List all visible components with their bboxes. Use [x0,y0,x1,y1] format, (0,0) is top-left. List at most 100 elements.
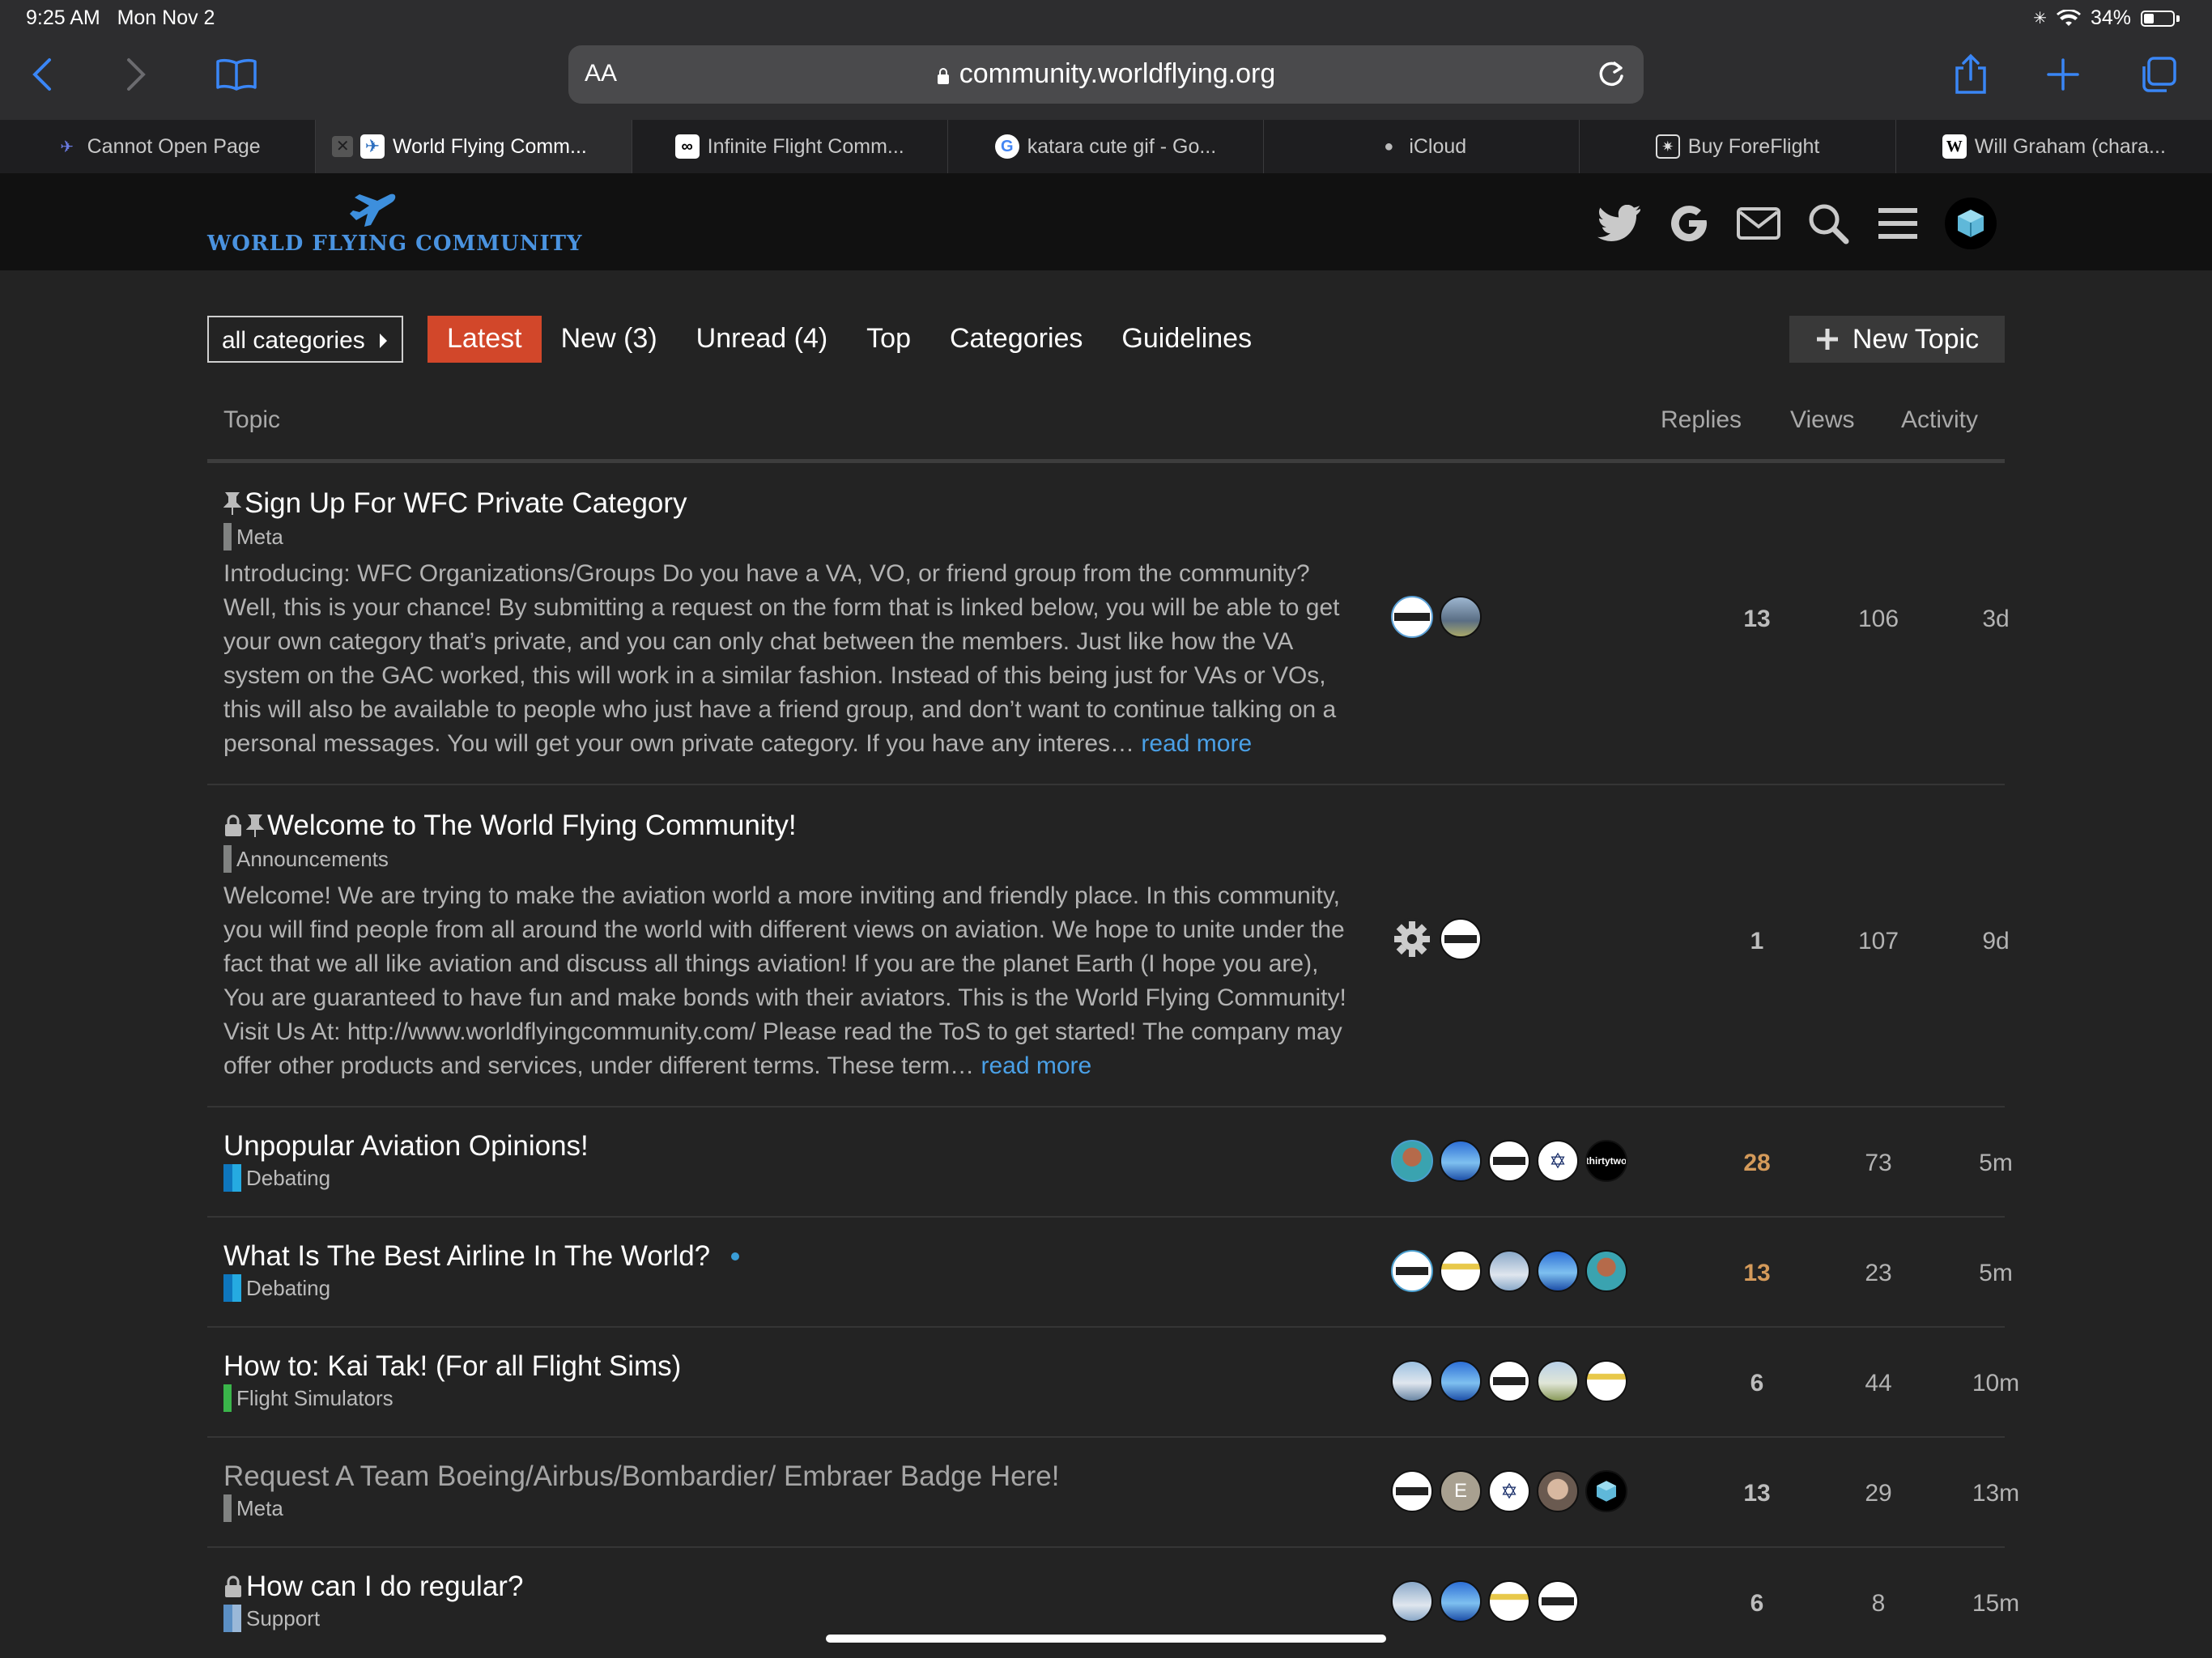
replies-count[interactable]: 6 [1700,1370,1814,1397]
header-replies[interactable]: Replies [1661,406,1742,434]
category-color-bar [223,523,232,551]
read-more-link[interactable]: read more [1141,730,1252,757]
tab-label: Infinite Flight Comm... [707,134,904,158]
activity-time[interactable]: 5m [1939,1260,2052,1287]
back-button[interactable] [18,50,66,99]
avatar[interactable] [1440,1140,1482,1182]
category-dropdown[interactable]: all categories [207,316,403,363]
activity-time[interactable]: 5m [1939,1150,2052,1177]
logo-plane-icon[interactable] [350,185,398,230]
activity-time[interactable]: 9d [1939,928,2052,955]
search-button[interactable] [1806,201,1851,246]
avatar[interactable] [1585,1250,1627,1292]
avatar[interactable]: thirtytwo [1585,1140,1627,1182]
category-badge-announcements[interactable]: Announcements [223,845,389,873]
avatar[interactable]: E [1440,1470,1482,1512]
avatar[interactable] [1585,1470,1627,1512]
url-display[interactable]: community.worldflying.org [568,58,1644,90]
header-activity[interactable]: Activity [1901,406,1978,434]
bookmarks-button[interactable] [212,50,261,99]
activity-time[interactable]: 10m [1939,1370,2052,1397]
topic-title-link[interactable]: Welcome to The World Flying Community! [223,810,797,842]
avatar[interactable] [1488,1250,1530,1292]
replies-count[interactable]: 13 [1700,606,1814,633]
google-link[interactable] [1666,201,1712,246]
avatar[interactable] [1488,1140,1530,1182]
site-logo-text[interactable]: WORLD FLYING COMMUNITY [207,232,583,256]
avatar[interactable]: ✡ [1488,1470,1530,1512]
avatar[interactable] [1488,1360,1530,1402]
nav-pill-unread[interactable]: Unread (4) [677,316,848,363]
category-badge-meta[interactable]: Meta [223,1494,283,1522]
nav-pill-new[interactable]: New (3) [542,316,677,363]
tab-foreflight[interactable]: ✷ Buy ForeFlight [1580,120,1896,173]
avatar[interactable] [1391,596,1433,638]
avatar[interactable] [1391,1250,1433,1292]
topic-title-link[interactable]: How can I do regular? [223,1571,523,1603]
avatar[interactable] [1391,1470,1433,1512]
avatar[interactable] [1488,1580,1530,1622]
topic-title-link[interactable]: Request A Team Boeing/Airbus/Bombardier/… [223,1460,1059,1493]
replies-count[interactable]: 28 [1700,1150,1814,1177]
activity-time[interactable]: 13m [1939,1480,2052,1507]
avatar[interactable] [1440,1360,1482,1402]
address-bar[interactable]: AA community.worldflying.org [568,45,1644,104]
tab-world-flying-community[interactable]: ✕ ✈ World Flying Comm... [316,120,632,173]
read-more-link[interactable]: read more [981,1052,1091,1079]
category-badge-debating[interactable]: Debating [223,1164,330,1192]
category-badge-meta[interactable]: Meta [223,523,283,551]
avatar[interactable] [1585,1360,1627,1402]
reload-icon[interactable] [1593,57,1629,92]
avatar[interactable] [1391,1360,1433,1402]
current-user-avatar[interactable] [1945,198,1997,249]
avatar[interactable]: ✡ [1537,1140,1579,1182]
share-button[interactable] [1946,50,1995,99]
avatar[interactable] [1440,918,1482,960]
topic-title-link[interactable]: Unpopular Aviation Opinions! [223,1130,589,1163]
header-views[interactable]: Views [1790,406,1854,434]
avatar[interactable] [1440,1580,1482,1622]
tab-cannot-open-page[interactable]: ✈ Cannot Open Page [0,120,317,173]
close-tab-icon[interactable]: ✕ [332,136,354,157]
nav-pill-categories[interactable]: Categories [930,316,1102,363]
avatar[interactable] [1391,918,1433,960]
topic-title: How can I do regular? [246,1571,524,1602]
avatar[interactable] [1391,1140,1433,1182]
avatar[interactable] [1537,1580,1579,1622]
new-topic-button[interactable]: New Topic [1789,316,2005,363]
forward-button[interactable] [112,50,160,99]
activity-time[interactable]: 3d [1939,606,2052,633]
replies-count[interactable]: 1 [1700,928,1814,955]
nav-pill-guidelines[interactable]: Guidelines [1102,316,1271,363]
home-indicator[interactable] [826,1635,1386,1643]
avatar[interactable] [1537,1250,1579,1292]
category-badge-debating[interactable]: Debating [223,1274,330,1302]
nav-pill-top[interactable]: Top [847,316,930,363]
replies-count[interactable]: 13 [1700,1480,1814,1507]
avatar[interactable] [1440,1250,1482,1292]
hamburger-menu-button[interactable] [1875,201,1921,246]
avatar[interactable] [1391,1580,1433,1622]
tab-icloud[interactable]: ● iCloud [1264,120,1580,173]
tab-google[interactable]: G katara cute gif - Go... [947,120,1265,173]
avatar[interactable] [1537,1360,1579,1402]
topic-title-link[interactable]: Sign Up For WFC Private Category [223,487,687,520]
avatar[interactable] [1537,1470,1579,1512]
nav-pill-latest[interactable]: Latest [428,316,542,363]
poster-avatars [1391,1360,1627,1402]
header-topic[interactable]: Topic [223,406,280,434]
activity-time[interactable]: 15m [1939,1590,2052,1618]
topic-title-link[interactable]: What Is The Best Airline In The World? [223,1240,740,1273]
tab-wikipedia[interactable]: W Will Graham (chara... [1895,120,2212,173]
twitter-link[interactable] [1597,201,1642,246]
category-badge-flight-simulators[interactable]: Flight Simulators [223,1384,393,1412]
tabs-overview-button[interactable] [2134,50,2183,99]
topic-title-link[interactable]: How to: Kai Tak! (For all Flight Sims) [223,1350,681,1383]
tab-infinite-flight[interactable]: ∞ Infinite Flight Comm... [632,120,948,173]
replies-count[interactable]: 13 [1700,1260,1814,1287]
new-tab-button[interactable] [2039,50,2087,99]
email-link[interactable] [1736,201,1781,246]
avatar[interactable] [1440,596,1482,638]
replies-count[interactable]: 6 [1700,1590,1814,1618]
category-badge-support[interactable]: Support [223,1605,320,1632]
